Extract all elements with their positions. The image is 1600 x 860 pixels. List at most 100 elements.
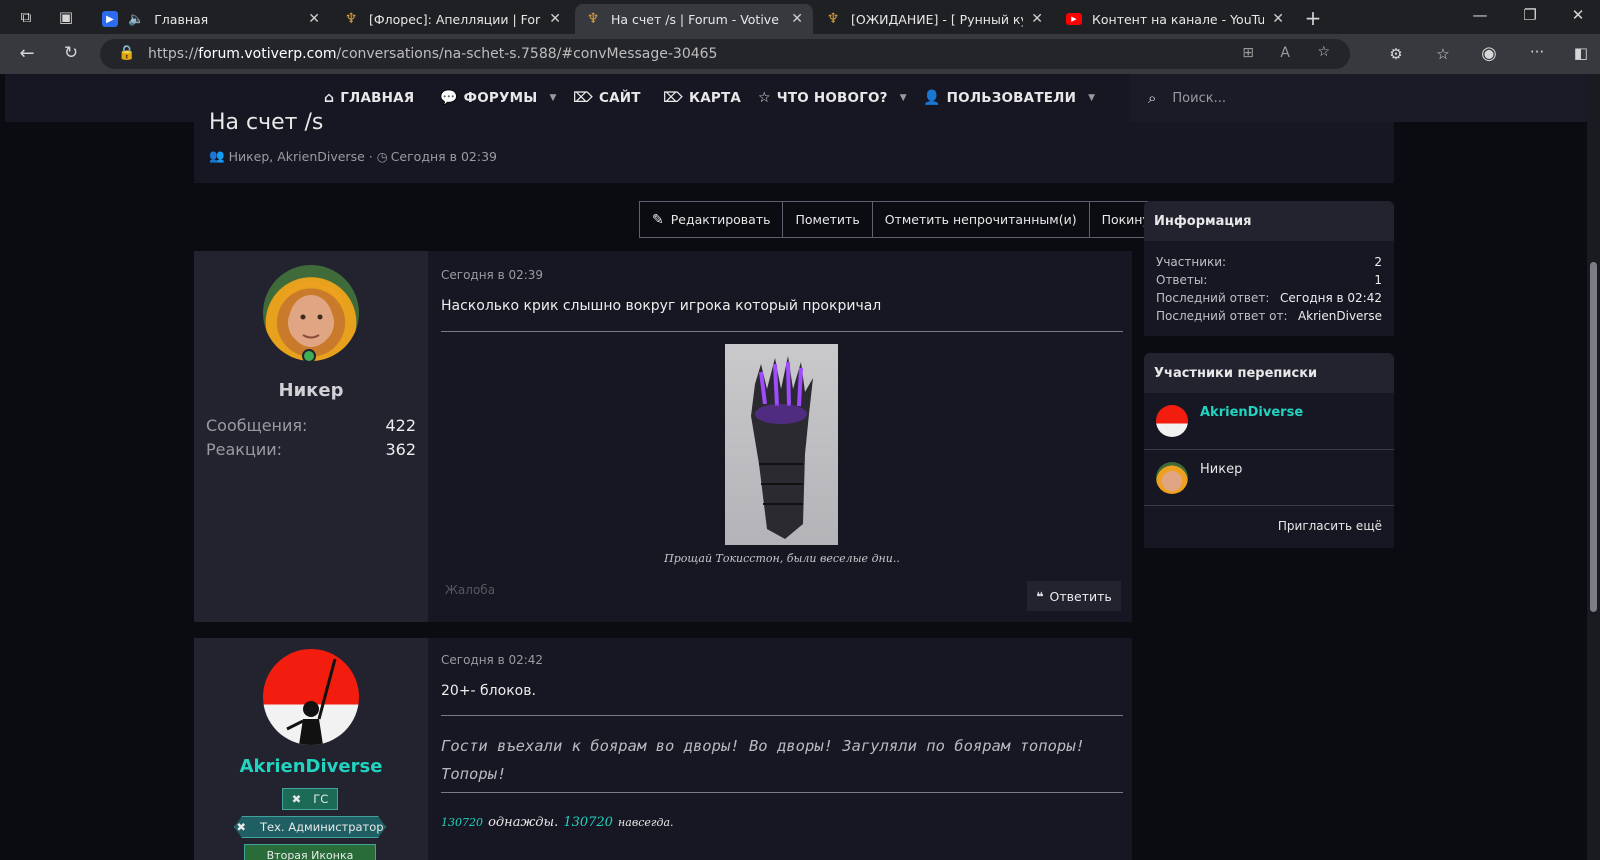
edit-icon: ✎ [652,211,664,228]
info-value[interactable]: Сегодня в 02:42 [1280,291,1382,305]
mark-button[interactable]: Пометить [783,202,873,237]
banner-label: Вторая Иконка [266,849,354,860]
more-icon[interactable]: ··· [1526,43,1548,61]
gauntlet-image[interactable] [725,344,838,545]
close-icon[interactable]: ✕ [308,11,320,27]
speaker-icon[interactable]: 🔈 [128,12,144,27]
nav-users-label: ПОЛЬЗОВАТЕЛИ [946,90,1077,106]
message-date[interactable]: Сегодня в 02:42 [441,653,543,667]
report-link[interactable]: Жалоба [445,583,495,597]
edit-button[interactable]: ✎ Редактировать [640,202,784,237]
stat-label: Сообщения: [206,416,308,435]
sidebar-icon[interactable]: ◧ [1570,44,1592,62]
invite-more-link[interactable]: Пригласить ещё [1144,506,1394,546]
votive-icon: ♆ [826,11,840,27]
divider [441,331,1123,332]
info-rows: Участники: 2 Ответы: 1 Последний ответ: Сег… [1144,241,1394,325]
profile-icon[interactable]: ◉ [1478,43,1500,64]
close-icon[interactable]: ✕ [1272,11,1284,27]
info-value[interactable]: AkrienDiverse [1298,309,1382,323]
banner-label: ГС [313,792,329,806]
mark-unread-button[interactable]: Отметить непрочитанным(и) [873,202,1090,237]
conversation-actions: ✎ Редактировать Пометить Отметить непрочи… [639,201,1178,238]
address-bar[interactable]: 🔒 https://forum.votiverp.com/conversatio… [100,39,1350,69]
message-user-cell: Никер Сообщения: 422 Реакции: 362 [194,251,428,622]
info-label: Последний ответ: [1156,291,1270,305]
tab-actions-icon[interactable]: ▣ [56,8,76,26]
stat-value: 362 [385,440,416,459]
signature-line: 130720 однажды. 130720 навсегда. [441,811,674,830]
nav-users[interactable]: 👤 ПОЛЬЗОВАТЕЛИ ▼ [923,74,1095,122]
chevron-down-icon[interactable]: ▼ [1088,93,1095,103]
url-path: /conversations/na-schet-s.7588/#convMess… [336,46,718,62]
workspaces-icon[interactable]: ⧉ [16,8,36,26]
info-row: Ответы: 1 [1144,271,1394,289]
extensions-icon[interactable]: ⚙ [1385,45,1407,63]
nav-map-label: КАРТА [689,90,742,106]
signature-quote: Гости въехали к боярам во дворы! Во двор… [441,737,1085,783]
message-author[interactable]: Никер [194,380,428,401]
window-close-icon[interactable]: ✕ [1568,6,1588,24]
tab-label: На счет /s | Forum - Votive Role P [611,11,783,27]
tab-home[interactable]: ▶ 🔈 Главная ✕ [92,4,330,34]
close-icon[interactable]: ✕ [549,11,561,27]
online-status-icon [302,349,316,363]
close-icon[interactable]: ✕ [791,11,803,27]
participant-name[interactable]: AkrienDiverse [1200,405,1303,420]
message-author[interactable]: AkrienDiverse [194,756,428,777]
divider [441,715,1123,716]
reply-button[interactable]: ❝ Ответить [1027,581,1121,611]
participant-row[interactable]: AkrienDiverse [1144,393,1394,450]
tab-conversation[interactable]: ♆ На счет /s | Forum - Votive Role P ✕ [575,4,813,34]
chevron-down-icon[interactable]: ▼ [900,93,907,103]
chevron-down-icon[interactable]: ▼ [549,93,556,103]
nav-whats-new-label: ЧТО НОВОГО? [776,90,888,106]
add-favorite-icon[interactable]: ☆ [1317,44,1330,60]
tab-appeals[interactable]: ♆ [Флорес]: Апелляции | Forum - V ✕ [333,4,571,34]
info-row: Последний ответ от: AkrienDiverse [1144,307,1394,325]
message-date[interactable]: Сегодня в 02:39 [441,268,543,282]
sig-number: 130720 [441,816,483,829]
search-input[interactable]: ⌕ Поиск... [1130,74,1587,122]
page-title: На счет /s [209,112,324,135]
user-banner: ✖ ГС [282,788,338,810]
minimize-icon[interactable]: — [1470,6,1490,24]
participant-row[interactable]: Никер [1144,450,1394,506]
participants-title: Участники переписки [1144,353,1394,393]
participant-name[interactable]: Никер [1200,462,1242,477]
avatar[interactable] [263,649,359,745]
lock-icon: 🔒 [118,45,136,61]
user-banner: ✖ Тех. Администратор [234,816,386,838]
scrollbar-thumb[interactable] [1590,262,1597,612]
sig-number: 130720 [563,815,613,830]
tab-label: Контент на канале - YouTube Stu [1092,11,1265,27]
avatar[interactable] [1156,462,1188,494]
avatar[interactable] [1156,405,1188,437]
new-tab-icon[interactable]: + [1303,6,1323,30]
tab-youtube-studio[interactable]: ▶ Контент на канале - YouTube Stu ✕ [1056,4,1294,34]
thread-date[interactable]: Сегодня в 02:39 [391,149,497,164]
info-value: 2 [1374,255,1382,269]
avatar[interactable] [263,265,359,361]
nav-site-label: САЙТ [599,90,641,106]
clock-icon: ◷ [376,148,388,164]
youtube-icon: ▶ [1066,13,1082,25]
back-icon[interactable]: ← [16,43,38,64]
info-row: Участники: 2 [1144,253,1394,271]
thread-participants[interactable]: Никер, AkrienDiverse [229,149,365,164]
app-available-icon[interactable]: ⊞ [1242,45,1254,61]
votive-icon: ♆ [586,11,600,27]
tab-rune-smith[interactable]: ♆ [ОЖИДАНИЕ] - [ Рунный кузнец ✕ [815,4,1053,34]
meta-separator: · [368,148,373,164]
refresh-icon[interactable]: ↻ [60,43,82,63]
info-label: Участники: [1156,255,1227,269]
media-icon: ▶ [102,11,118,27]
info-value: 1 [1374,273,1382,287]
sig-word: однажды. [488,815,559,830]
favorites-icon[interactable]: ☆ [1432,45,1454,63]
read-aloud-icon[interactable]: A [1280,45,1290,61]
browser-tab-bar: ⧉ ▣ ▶ 🔈 Главная ✕ ♆ [Флорес]: Апелляции … [0,0,1600,34]
maximize-icon[interactable]: ❐ [1520,6,1540,24]
avatar-silhouette [286,658,337,745]
close-icon[interactable]: ✕ [1031,11,1043,27]
